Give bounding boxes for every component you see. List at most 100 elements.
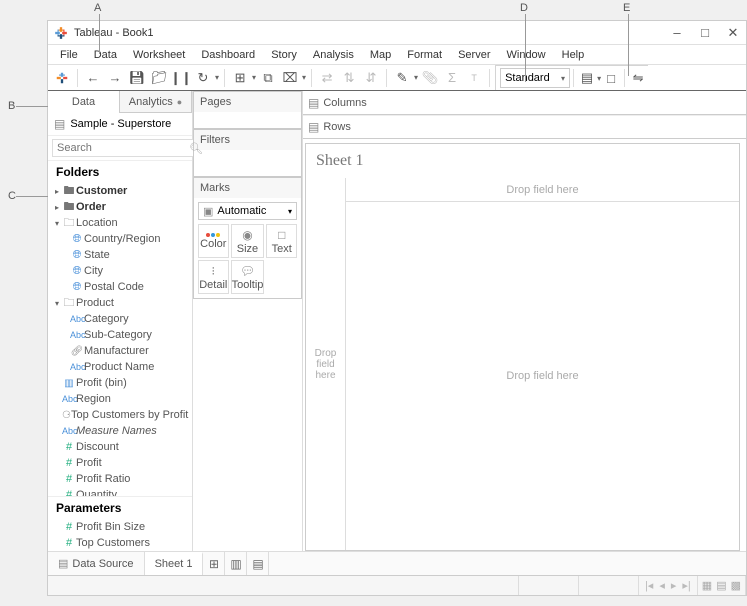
expand-icon: ▸ (52, 203, 62, 212)
rows-icon: ▤ (308, 120, 319, 134)
field-manufacturer[interactable]: 🔗︎Manufacturer (48, 343, 192, 359)
menu-worksheet[interactable]: Worksheet (125, 47, 193, 63)
nav-next-icon[interactable]: ▸ (671, 579, 677, 592)
abc-icon[interactable]: T (464, 68, 484, 88)
search-icon: 🔍︎ (189, 142, 203, 155)
nav-first-icon[interactable]: |◂ (645, 579, 653, 592)
columns-shelf[interactable]: ▤Columns (303, 91, 746, 115)
new-dashboard-button[interactable]: ▥ (225, 552, 247, 575)
tableau-logo-icon (54, 26, 68, 40)
menu-dashboard[interactable]: Dashboard (193, 47, 263, 63)
color-icon (206, 233, 220, 237)
save-icon[interactable]: 💾︎ (127, 68, 147, 88)
tab-analytics[interactable]: Analytics● (120, 91, 192, 113)
field-city[interactable]: 🌐︎City (48, 263, 192, 279)
fields-scroll[interactable]: ▸ 🖿︎ Customer ▸ 🖿︎ Order ▾ 🗀︎ Location (48, 183, 192, 496)
clear-icon[interactable]: ⌧ (280, 68, 300, 88)
new-worksheet-button[interactable]: ⊞ (203, 552, 225, 575)
folder-product[interactable]: ▾ 🗀︎ Product (48, 295, 192, 311)
sort-view-icon[interactable]: ▩ (731, 579, 741, 592)
field-profit-bin[interactable]: ▥Profit (bin) (48, 375, 192, 391)
rows-shelf[interactable]: ▤Rows (303, 115, 746, 139)
main-drop-zone[interactable]: Drop field here (346, 202, 739, 550)
field-category[interactable]: AbcCategory (48, 311, 192, 327)
share-icon[interactable]: ⇋ (628, 68, 648, 88)
automatic-icon: ▣ (203, 205, 213, 218)
menu-help[interactable]: Help (554, 47, 593, 63)
new-datasource-icon[interactable]: 📁︎ (149, 68, 169, 88)
group-icon[interactable]: 📎︎ (420, 68, 440, 88)
titlebar: Tableau - Book1 – □ ✕ (48, 21, 746, 45)
field-measure-names[interactable]: AbcMeasure Names (48, 423, 192, 439)
param-profit-bin-size[interactable]: #Profit Bin Size (48, 519, 192, 535)
totals-icon[interactable]: Ʃ (442, 68, 462, 88)
menu-data[interactable]: Data (86, 47, 125, 63)
clear-dropdown-icon[interactable]: ▾ (302, 73, 306, 82)
presentation-icon[interactable]: □ (601, 68, 621, 88)
window-maximize-button[interactable]: □ (698, 25, 712, 41)
marks-text-button[interactable]: □Text (266, 224, 297, 258)
duplicate-icon[interactable]: ⧉ (258, 68, 278, 88)
menu-analysis[interactable]: Analysis (305, 47, 362, 63)
marks-detail-button[interactable]: ⁝Detail (198, 260, 229, 294)
nav-prev-icon[interactable]: ◂ (659, 579, 665, 592)
menu-format[interactable]: Format (399, 47, 450, 63)
highlight-dropdown-icon[interactable]: ▾ (414, 73, 418, 82)
field-sub-category[interactable]: AbcSub-Category (48, 327, 192, 343)
new-story-button[interactable]: ▤ (247, 552, 269, 575)
fit-select-label: Standard (505, 72, 550, 84)
tab-sheet-1[interactable]: Sheet 1 (145, 552, 204, 575)
refresh-icon[interactable]: ↻ (193, 68, 213, 88)
param-top-customers[interactable]: #Top Customers (48, 535, 192, 551)
field-discount[interactable]: #Discount (48, 439, 192, 455)
tableau-start-icon[interactable] (52, 68, 72, 88)
grid-view-icon[interactable]: ▦ (702, 579, 712, 592)
refresh-dropdown-icon[interactable]: ▾ (215, 73, 219, 82)
filters-card[interactable]: Filters (193, 129, 302, 177)
pause-icon[interactable]: ❙❙ (171, 68, 191, 88)
cards-column: Pages Filters Marks ▣Automatic ▾ Color (193, 91, 303, 551)
row-drop-zone[interactable]: Drop field here (306, 178, 346, 550)
pages-card[interactable]: Pages (193, 91, 302, 129)
sheet-title[interactable]: Sheet 1 (306, 144, 739, 178)
field-product-name[interactable]: AbcProduct Name (48, 359, 192, 375)
window-close-button[interactable]: ✕ (726, 25, 740, 41)
sort-asc-icon[interactable]: ⇅ (339, 68, 359, 88)
window-minimize-button[interactable]: – (670, 25, 684, 41)
column-drop-zone[interactable]: Drop field here (346, 178, 739, 202)
field-state[interactable]: 🌐︎State (48, 247, 192, 263)
swap-icon[interactable]: ⇄ (317, 68, 337, 88)
folder-location[interactable]: ▾ 🗀︎ Location (48, 215, 192, 231)
tab-data-source[interactable]: ▤Data Source (48, 552, 145, 575)
highlight-icon[interactable]: ✎ (392, 68, 412, 88)
new-sheet-icon[interactable]: ⊞ (230, 68, 250, 88)
set-icon: ⚆ (62, 410, 71, 421)
marks-size-button[interactable]: ◉Size (231, 224, 265, 258)
search-input[interactable] (52, 139, 204, 157)
sort-desc-icon[interactable]: ⇵ (361, 68, 381, 88)
field-top-customers[interactable]: ⚆Top Customers by Profit (48, 407, 192, 423)
redo-icon[interactable]: → (105, 68, 125, 88)
datasource-row[interactable]: ▤ Sample - Superstore (48, 113, 192, 136)
nav-last-icon[interactable]: ▸| (682, 579, 690, 592)
menu-window[interactable]: Window (499, 47, 554, 63)
menu-file[interactable]: File (52, 47, 86, 63)
fit-select[interactable]: Standard ▾ (500, 68, 570, 88)
show-cards-icon[interactable]: ▤ (577, 68, 597, 88)
field-country-region[interactable]: 🌐︎Country/Region (48, 231, 192, 247)
list-view-icon[interactable]: ▤ (716, 579, 726, 592)
undo-icon[interactable]: ← (83, 68, 103, 88)
menu-server[interactable]: Server (450, 47, 498, 63)
marks-color-button[interactable]: Color (198, 224, 229, 258)
field-profit[interactable]: #Profit (48, 455, 192, 471)
view-area: ▤Columns ▤Rows Sheet 1 Drop field here D… (303, 91, 746, 551)
marks-tooltip-button[interactable]: 💬︎Tooltip (231, 260, 265, 294)
tab-data[interactable]: Data (48, 91, 120, 113)
field-region[interactable]: AbcRegion (48, 391, 192, 407)
new-sheet-dropdown-icon[interactable]: ▾ (252, 73, 256, 82)
marks-type-select[interactable]: ▣Automatic ▾ (198, 202, 297, 220)
menu-map[interactable]: Map (362, 47, 399, 63)
menu-story[interactable]: Story (263, 47, 305, 63)
field-profit-ratio[interactable]: #Profit Ratio (48, 471, 192, 487)
field-quantity[interactable]: #Quantity (48, 487, 192, 496)
